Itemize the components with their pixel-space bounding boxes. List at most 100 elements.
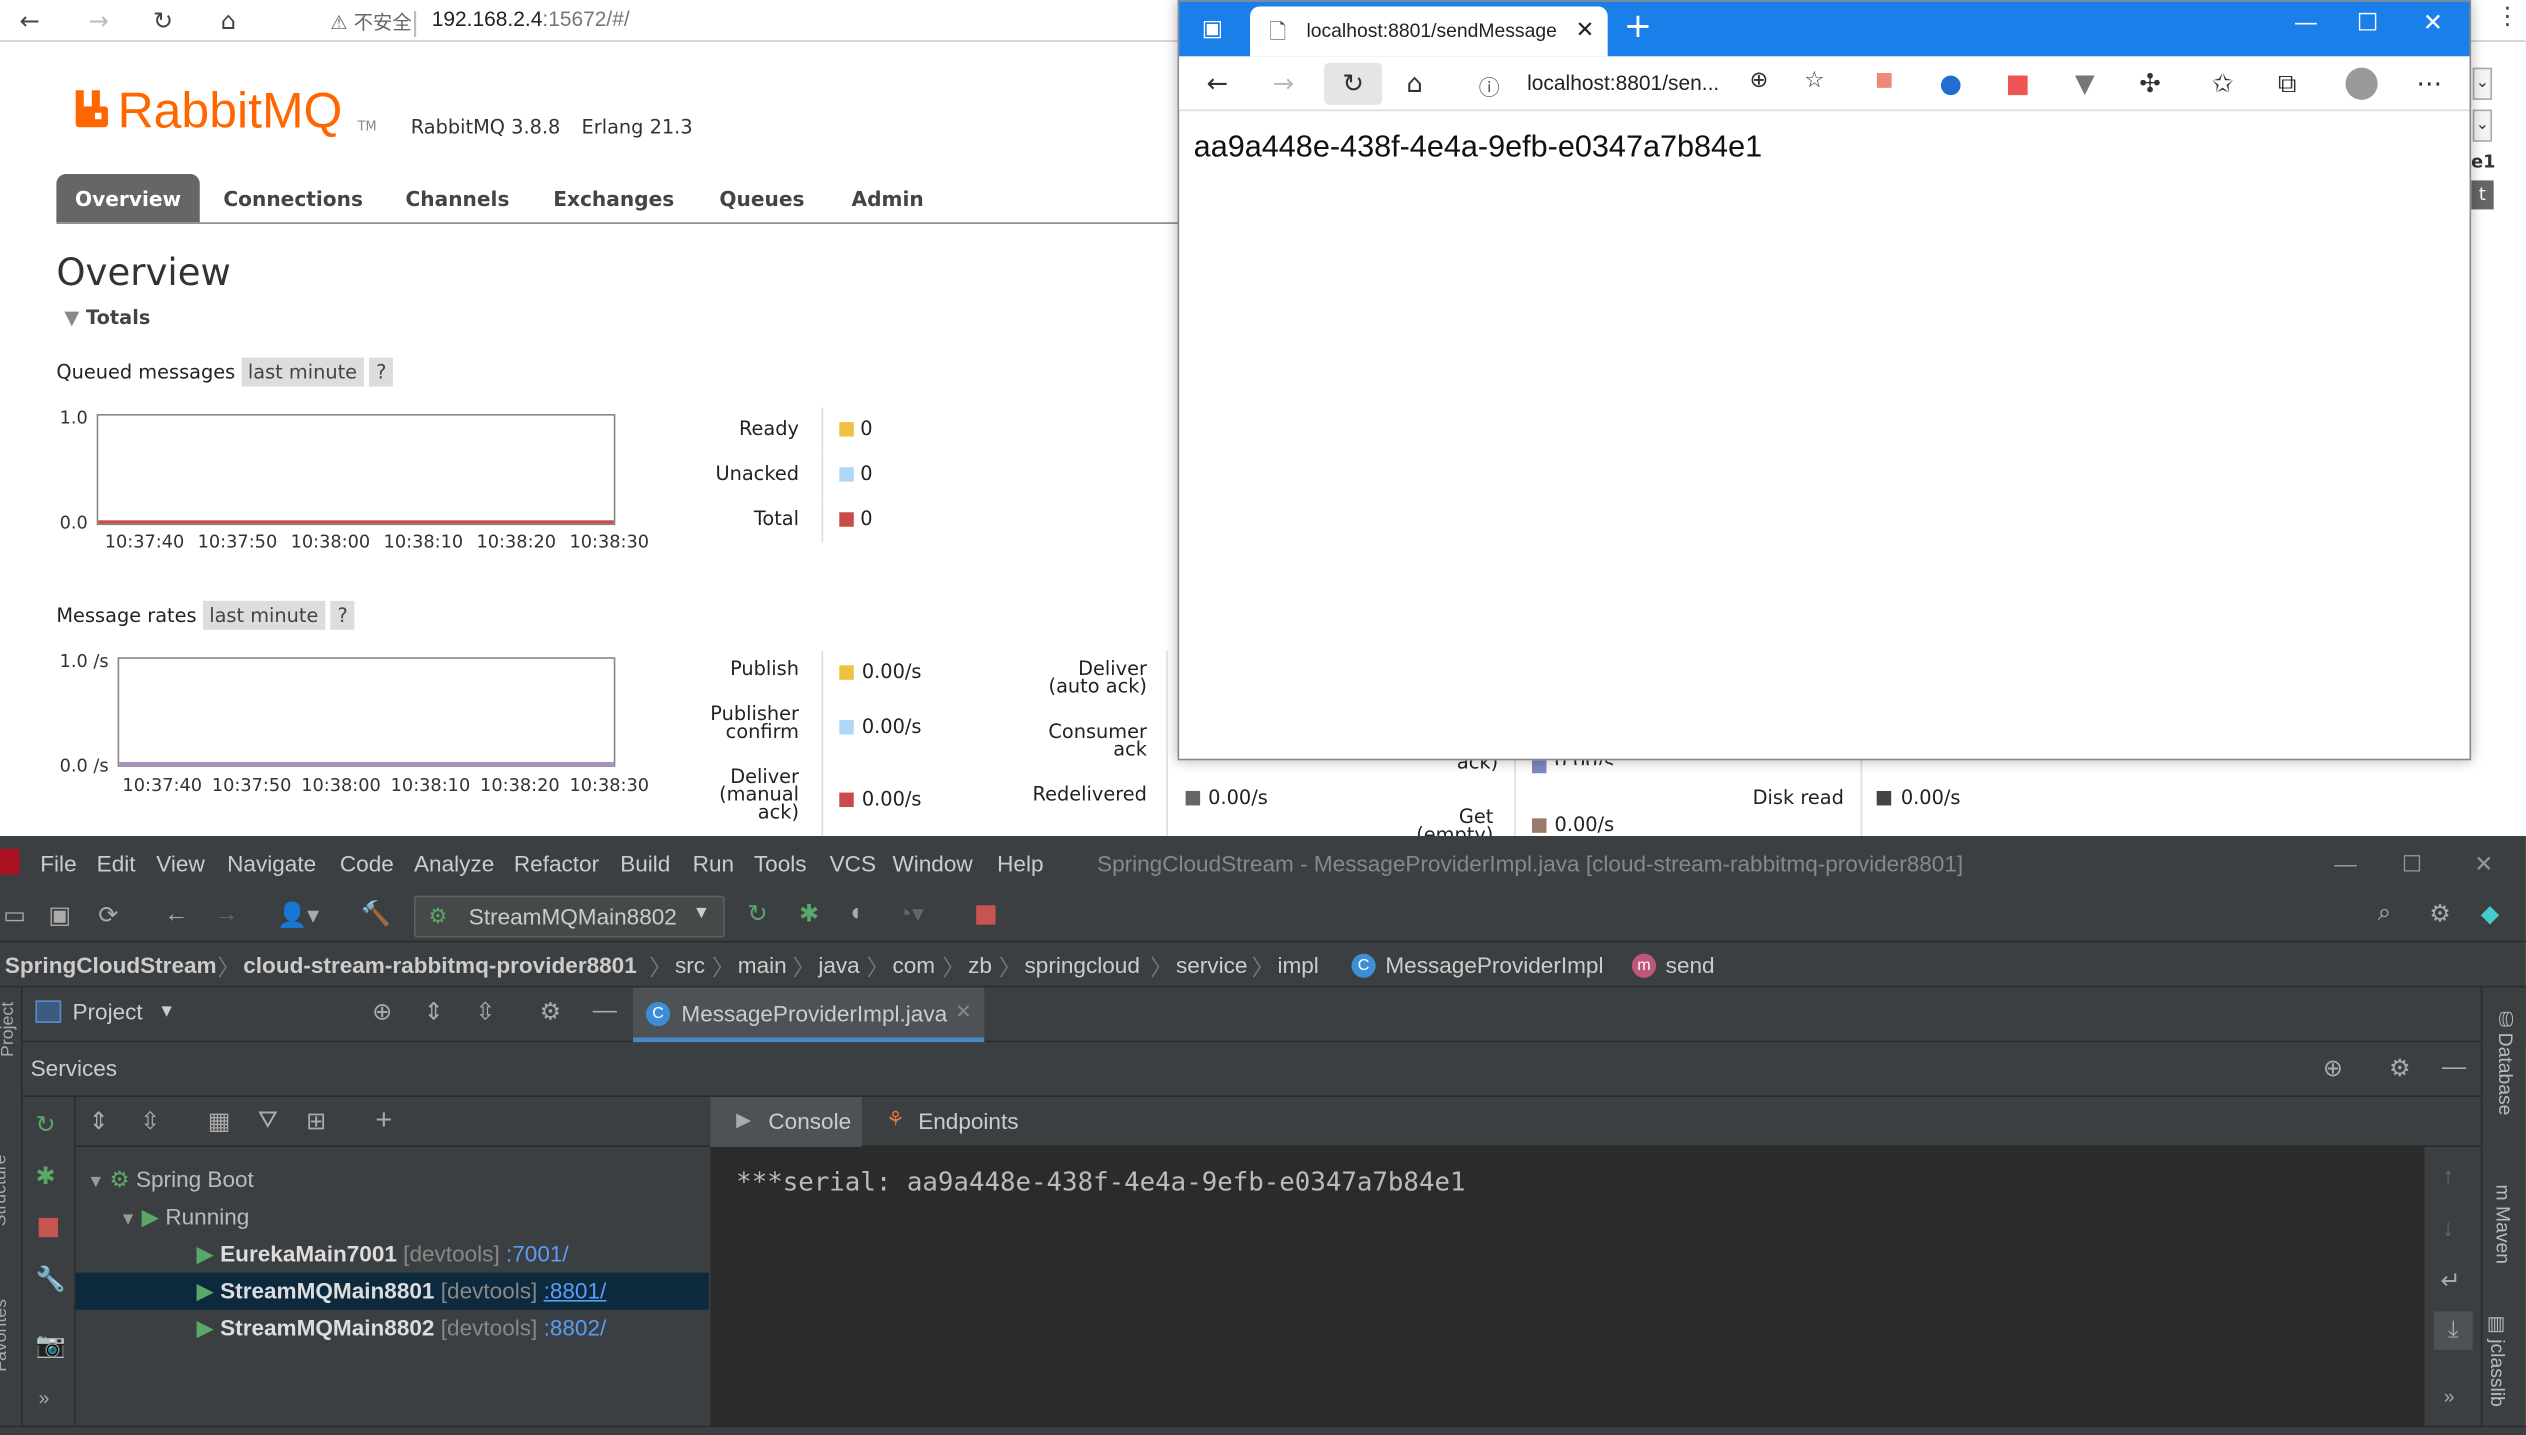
debug-icon[interactable]: ✱ — [35, 1161, 55, 1190]
port-link[interactable]: :8802/ — [544, 1314, 607, 1340]
collections-icon[interactable]: ⧉ — [2278, 68, 2296, 100]
partial-logout-button[interactable]: t — [2471, 180, 2494, 210]
avatar[interactable] — [2345, 67, 2378, 100]
project-tool-tab[interactable]: Project — [0, 1002, 18, 1057]
menu-icon[interactable]: ⋮ — [2495, 2, 2519, 31]
rerun-icon[interactable]: ↻ — [747, 899, 767, 927]
locate-icon[interactable]: ⊕ — [2323, 1054, 2343, 1082]
rerun-icon[interactable]: ↻ — [35, 1110, 55, 1139]
active-tab[interactable]: 🗋 localhost:8801/sendMessage ✕ — [1250, 6, 1608, 57]
menu-file[interactable]: File — [40, 851, 76, 877]
breadcrumb-item[interactable]: cloud-stream-rabbitmq-provider8801 — [243, 952, 637, 978]
forward-icon[interactable]: → — [89, 6, 109, 35]
breadcrumb-item[interactable]: springcloud — [1025, 952, 1140, 978]
maximize-icon[interactable]: ☐ — [2402, 851, 2422, 878]
search-icon[interactable]: ⌕ — [2378, 899, 2392, 926]
port-link[interactable]: :7001/ — [506, 1240, 569, 1266]
breadcrumb-item[interactable]: SpringCloudStream — [5, 952, 217, 978]
plugin-icon[interactable]: ◆ — [2481, 899, 2500, 927]
extension-1-icon[interactable]: ■ — [1875, 68, 1893, 91]
close-tab-icon[interactable]: ✕ — [1575, 16, 1594, 43]
back-icon[interactable]: ← — [1207, 68, 1229, 99]
close-tab-icon[interactable]: ✕ — [955, 1000, 971, 1023]
group-icon[interactable]: ▦ — [208, 1107, 231, 1135]
structure-tool-tab[interactable]: Structure — [0, 1154, 10, 1226]
menu-code[interactable]: Code — [340, 851, 394, 877]
extensions-icon[interactable]: ✣ — [2139, 68, 2161, 99]
tree-node-running[interactable]: ▼ ▶ Running — [119, 1203, 249, 1230]
forward-icon[interactable]: → — [1273, 68, 1295, 99]
tab-queues[interactable]: Queues — [709, 174, 815, 222]
save-icon[interactable]: ▣ — [48, 900, 71, 929]
hide-icon[interactable]: — — [2442, 1054, 2466, 1081]
breadcrumb-item[interactable]: service — [1176, 952, 1247, 978]
home-icon[interactable]: ⌂ — [1406, 68, 1422, 99]
favorites-tool-tab[interactable]: Favorites — [0, 1299, 11, 1372]
extension-2-icon[interactable]: ● — [1940, 68, 1963, 99]
expand-all-icon[interactable]: ⇕ — [89, 1107, 109, 1135]
menu-window[interactable]: Window — [892, 851, 972, 877]
editor-tab[interactable]: C MessageProviderImpl.java ✕ — [633, 987, 985, 1043]
chevron-down-icon[interactable]: ▼ — [158, 1002, 176, 1021]
close-window-icon[interactable]: ✕ — [2474, 851, 2493, 878]
more-chevron-icon[interactable]: » — [2444, 1385, 2455, 1408]
filter-icon[interactable]: ⛛ — [258, 1107, 278, 1134]
tree-node-spring-boot[interactable]: ▼ ⚙ Spring Boot — [87, 1166, 254, 1193]
tab-admin[interactable]: Admin — [838, 174, 938, 222]
menu-navigate[interactable]: Navigate — [227, 851, 316, 877]
menu-help[interactable]: Help — [997, 851, 1043, 877]
info-icon[interactable]: ⓘ — [1479, 71, 1500, 101]
zoom-icon[interactable]: ⊕ — [1749, 68, 1768, 94]
run-config-select[interactable]: ⚙ StreamMQMain8802 ▼ — [414, 895, 725, 938]
stop-icon[interactable] — [976, 905, 996, 925]
rates-help-button[interactable]: ? — [331, 600, 355, 630]
queued-help-button[interactable]: ? — [369, 357, 393, 387]
service-row[interactable]: ▶ StreamMQMain8802 [devtools] :8802/ — [76, 1310, 709, 1347]
gear-icon[interactable]: ⚙ — [540, 997, 562, 1026]
address-bar[interactable]: localhost:8801/sen... — [1527, 71, 1719, 95]
arrow-down-icon[interactable]: ↓ — [2442, 1215, 2454, 1242]
back-icon[interactable]: ← — [164, 900, 188, 927]
minimize-icon[interactable]: — — [2334, 851, 2357, 877]
breadcrumb-item[interactable]: com — [892, 952, 935, 978]
tab-endpoints[interactable]: ⚘ Endpoints — [880, 1097, 1057, 1147]
menu-refactor[interactable]: Refactor — [514, 851, 599, 877]
collapse-all-icon[interactable]: ⇳ — [475, 997, 495, 1026]
coverage-icon[interactable]: ◐ — [851, 899, 866, 926]
insecure-label[interactable]: ⚠ 不安全 — [330, 8, 412, 35]
build-hammer-icon[interactable]: 🔨 — [361, 899, 391, 927]
reload-icon[interactable]: ↻ — [153, 6, 173, 35]
open-folder-icon[interactable]: ▭ — [3, 900, 26, 929]
tab-console[interactable]: ▶ Console — [710, 1097, 862, 1147]
new-tab-icon[interactable]: + — [1624, 6, 1652, 45]
breadcrumb-item[interactable]: MessageProviderImpl — [1385, 952, 1603, 978]
home-icon[interactable]: ⌂ — [221, 6, 236, 35]
queued-range-button[interactable]: last minute — [241, 357, 364, 387]
partial-select-1[interactable]: ⌄ — [2472, 67, 2493, 100]
back-icon[interactable]: ← — [19, 6, 39, 35]
more-chevron-icon[interactable]: » — [39, 1387, 50, 1410]
collapse-all-icon[interactable]: ⇳ — [140, 1107, 160, 1135]
service-row[interactable]: ▶ StreamMQMain8801 [devtools] :8801/ — [75, 1272, 709, 1310]
minimize-icon[interactable]: — — [2294, 8, 2318, 37]
hide-icon[interactable]: — — [593, 997, 617, 1024]
arrow-up-icon[interactable]: ↑ — [2442, 1163, 2454, 1190]
breadcrumb-item[interactable]: impl — [1277, 952, 1318, 978]
menu-analyze[interactable]: Analyze — [414, 851, 494, 877]
maven-tool-tab[interactable]: m Maven — [2492, 1185, 2515, 1265]
jclasslib-tool-tab[interactable]: ▤ jclasslib — [2486, 1316, 2509, 1407]
breadcrumb-item[interactable]: src — [675, 952, 705, 978]
reload-icon[interactable]: ↻ — [1324, 62, 1383, 105]
new-group-icon[interactable]: ⊞ — [306, 1107, 326, 1135]
tab-exchanges[interactable]: Exchanges — [543, 174, 685, 222]
project-dropdown[interactable]: Project — [72, 999, 142, 1025]
extension-3-icon[interactable]: ■ — [2006, 68, 2030, 99]
menu-edit[interactable]: Edit — [97, 851, 136, 877]
tab-overview[interactable]: Overview — [56, 173, 200, 223]
debug-icon[interactable]: ✱ — [799, 899, 819, 927]
menu-view[interactable]: View — [156, 851, 204, 877]
close-window-icon[interactable]: ✕ — [2423, 8, 2443, 37]
menu-vcs[interactable]: VCS — [830, 851, 876, 877]
profile-icon[interactable]: ◔▾ — [897, 899, 924, 927]
breadcrumb-item[interactable]: send — [1666, 952, 1715, 978]
